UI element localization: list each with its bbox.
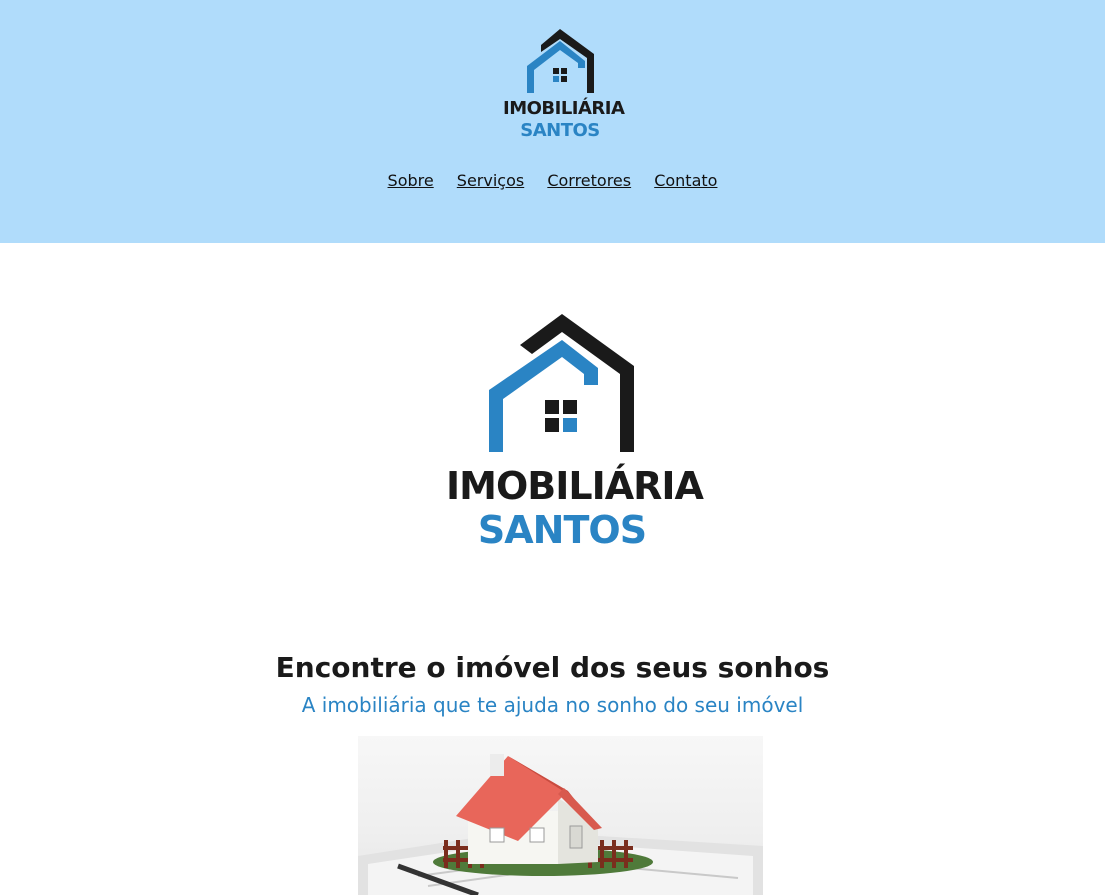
main-nav: Sobre Serviços Corretores Contato	[0, 171, 1105, 190]
hero-title: Encontre o imóvel dos seus sonhos	[275, 651, 830, 684]
hero-logo: IMOBILIÁRIA SANTOS	[446, 312, 704, 558]
nav-link-corretores[interactable]: Corretores	[547, 171, 631, 190]
model-house-illustration	[358, 754, 763, 895]
site-header: IMOBILIÁRIA SANTOS Sobre Serviços Corret…	[0, 0, 1105, 243]
header-logo[interactable]: IMOBILIÁRIA SANTOS	[503, 27, 625, 143]
nav-link-contato[interactable]: Contato	[654, 171, 717, 190]
house-logo-icon	[489, 314, 634, 452]
model-house-photo	[358, 736, 763, 895]
header-logo-line2: SANTOS	[520, 120, 600, 141]
hero-subtitle: A imobiliária que te ajuda no sonho do s…	[301, 693, 804, 717]
nav-link-servicos[interactable]: Serviços	[457, 171, 524, 190]
header-logo-line1: IMOBILIÁRIA	[503, 98, 625, 119]
hero-logo-line1: IMOBILIÁRIA	[446, 464, 704, 508]
nav-link-sobre[interactable]: Sobre	[388, 171, 434, 190]
hero-logo-line2: SANTOS	[477, 508, 647, 552]
